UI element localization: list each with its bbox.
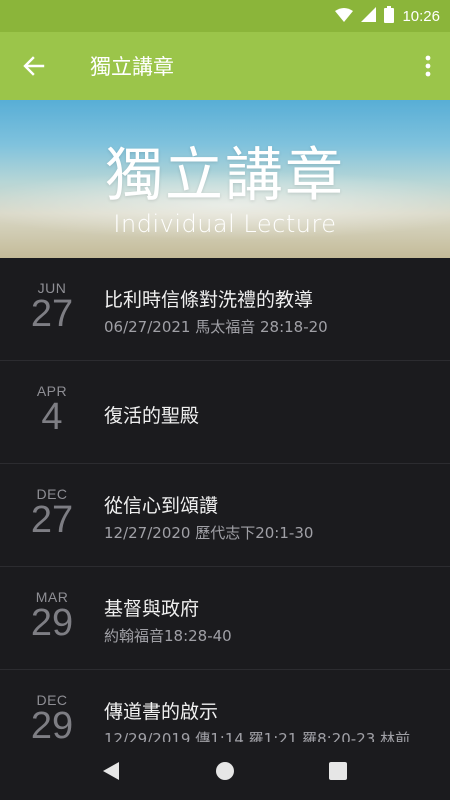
nav-home-icon [216,762,234,780]
back-button[interactable] [14,46,54,86]
signal-icon [361,6,377,26]
app-title: 獨立講章 [90,55,174,79]
date-badge: JUN 27 [22,280,82,335]
banner-subtitle: Individual Lecture [113,210,337,238]
system-nav-bar [0,742,450,800]
list-item[interactable]: DEC 29 傳道書的啟示 12/29/2019 傳1:14,羅1:21,羅8:… [0,670,450,742]
lecture-list: JUN 27 比利時信條對洗禮的教導 06/27/2021 馬太福音 28:18… [0,258,450,742]
date-day: 4 [41,396,63,438]
lecture-subtitle: 約翰福音18:28-40 [104,627,232,645]
more-vert-icon [425,55,431,77]
list-item[interactable]: DEC 27 從信心到頌讚 12/27/2020 歷代志下20:1-30 [0,464,450,567]
app-bar: 獨立講章 [0,32,450,100]
more-options-button[interactable] [416,48,440,84]
battery-icon [384,5,395,27]
lecture-subtitle: 12/29/2019 傳1:14,羅1:21,羅8:20-23,林前15:58 [104,730,429,742]
date-day: 29 [30,705,74,742]
date-badge: DEC 27 [22,486,82,541]
lecture-title: 復活的聖殿 [104,405,200,427]
list-item[interactable]: JUN 27 比利時信條對洗禮的教導 06/27/2021 馬太福音 28:18… [0,258,450,361]
lecture-title: 從信心到頌讚 [104,495,219,517]
nav-recents-icon [329,762,347,780]
status-bar: 10:26 [0,0,450,32]
list-item[interactable]: APR 4 復活的聖殿 [0,361,450,464]
status-time: 10:26 [402,7,440,25]
list-item[interactable]: MAR 29 基督與政府 約翰福音18:28-40 [0,567,450,670]
date-badge: MAR 29 [22,589,82,644]
lecture-title: 比利時信條對洗禮的教導 [104,289,314,311]
header-banner: 獨立講章 Individual Lecture [0,100,450,258]
date-day: 29 [30,602,74,644]
lecture-title: 基督與政府 [104,598,200,620]
back-arrow-icon [23,56,45,76]
date-day: 27 [30,293,74,335]
lecture-subtitle: 12/27/2020 歷代志下20:1-30 [104,524,314,542]
nav-recents-button[interactable] [326,759,350,783]
lecture-subtitle: 06/27/2021 馬太福音 28:18-20 [104,318,328,336]
nav-back-icon [103,762,119,780]
status-icons: 10:26 [335,5,440,27]
nav-home-button[interactable] [213,759,237,783]
date-badge: APR 4 [22,383,82,438]
nav-back-button[interactable] [99,759,123,783]
date-day: 27 [30,499,74,541]
banner-title: 獨立講章 [104,141,345,209]
lecture-title: 傳道書的啟示 [104,701,219,723]
date-badge: DEC 29 [22,692,82,742]
wifi-icon [335,7,354,26]
